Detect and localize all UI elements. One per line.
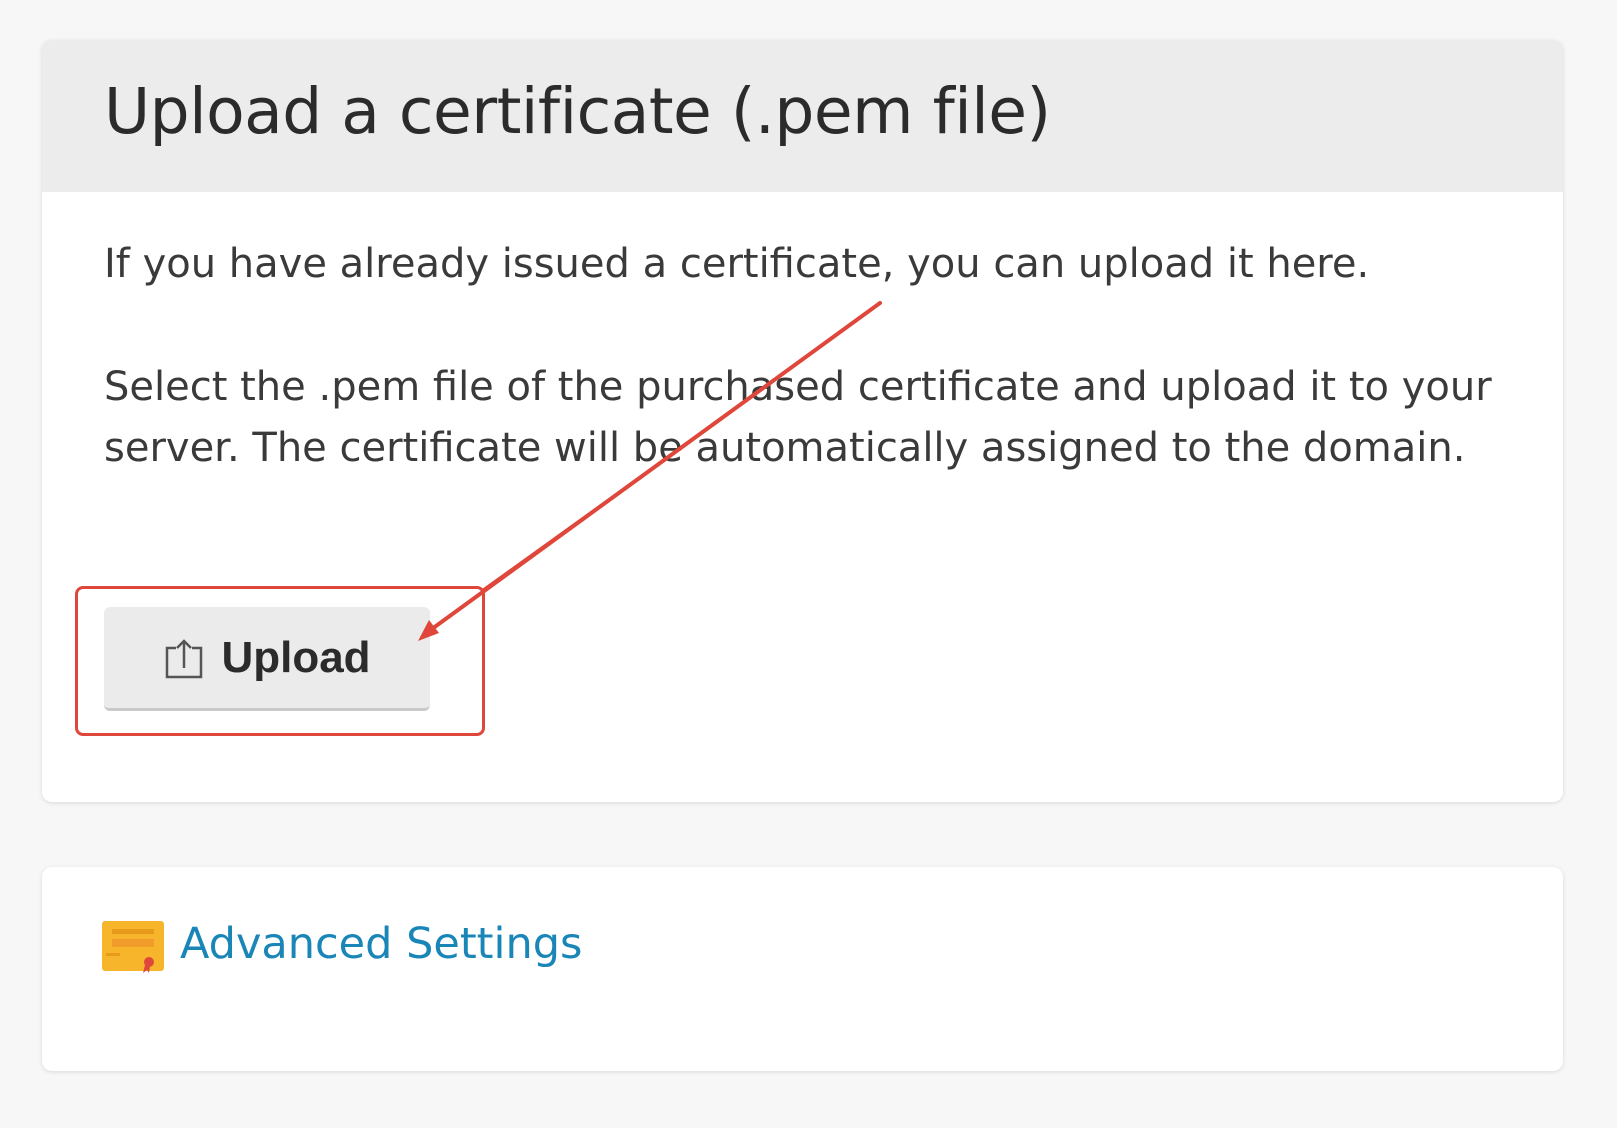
advanced-settings-label: Advanced Settings — [180, 919, 583, 969]
annotation-highlight-box — [75, 586, 485, 736]
advanced-settings-link[interactable]: Advanced Settings — [102, 915, 582, 973]
certificate-icon — [102, 915, 164, 973]
instruction-text: Select the .pem file of the purchased ce… — [104, 364, 1492, 471]
panel-header: Upload a certificate (.pem file) — [42, 40, 1563, 192]
intro-text: If you have already issued a certificate… — [104, 241, 1370, 287]
panel-body: If you have already issued a certificate… — [42, 192, 1563, 479]
advanced-settings-panel: Advanced Settings — [42, 867, 1563, 1071]
panel-title: Upload a certificate (.pem file) — [104, 75, 1051, 148]
